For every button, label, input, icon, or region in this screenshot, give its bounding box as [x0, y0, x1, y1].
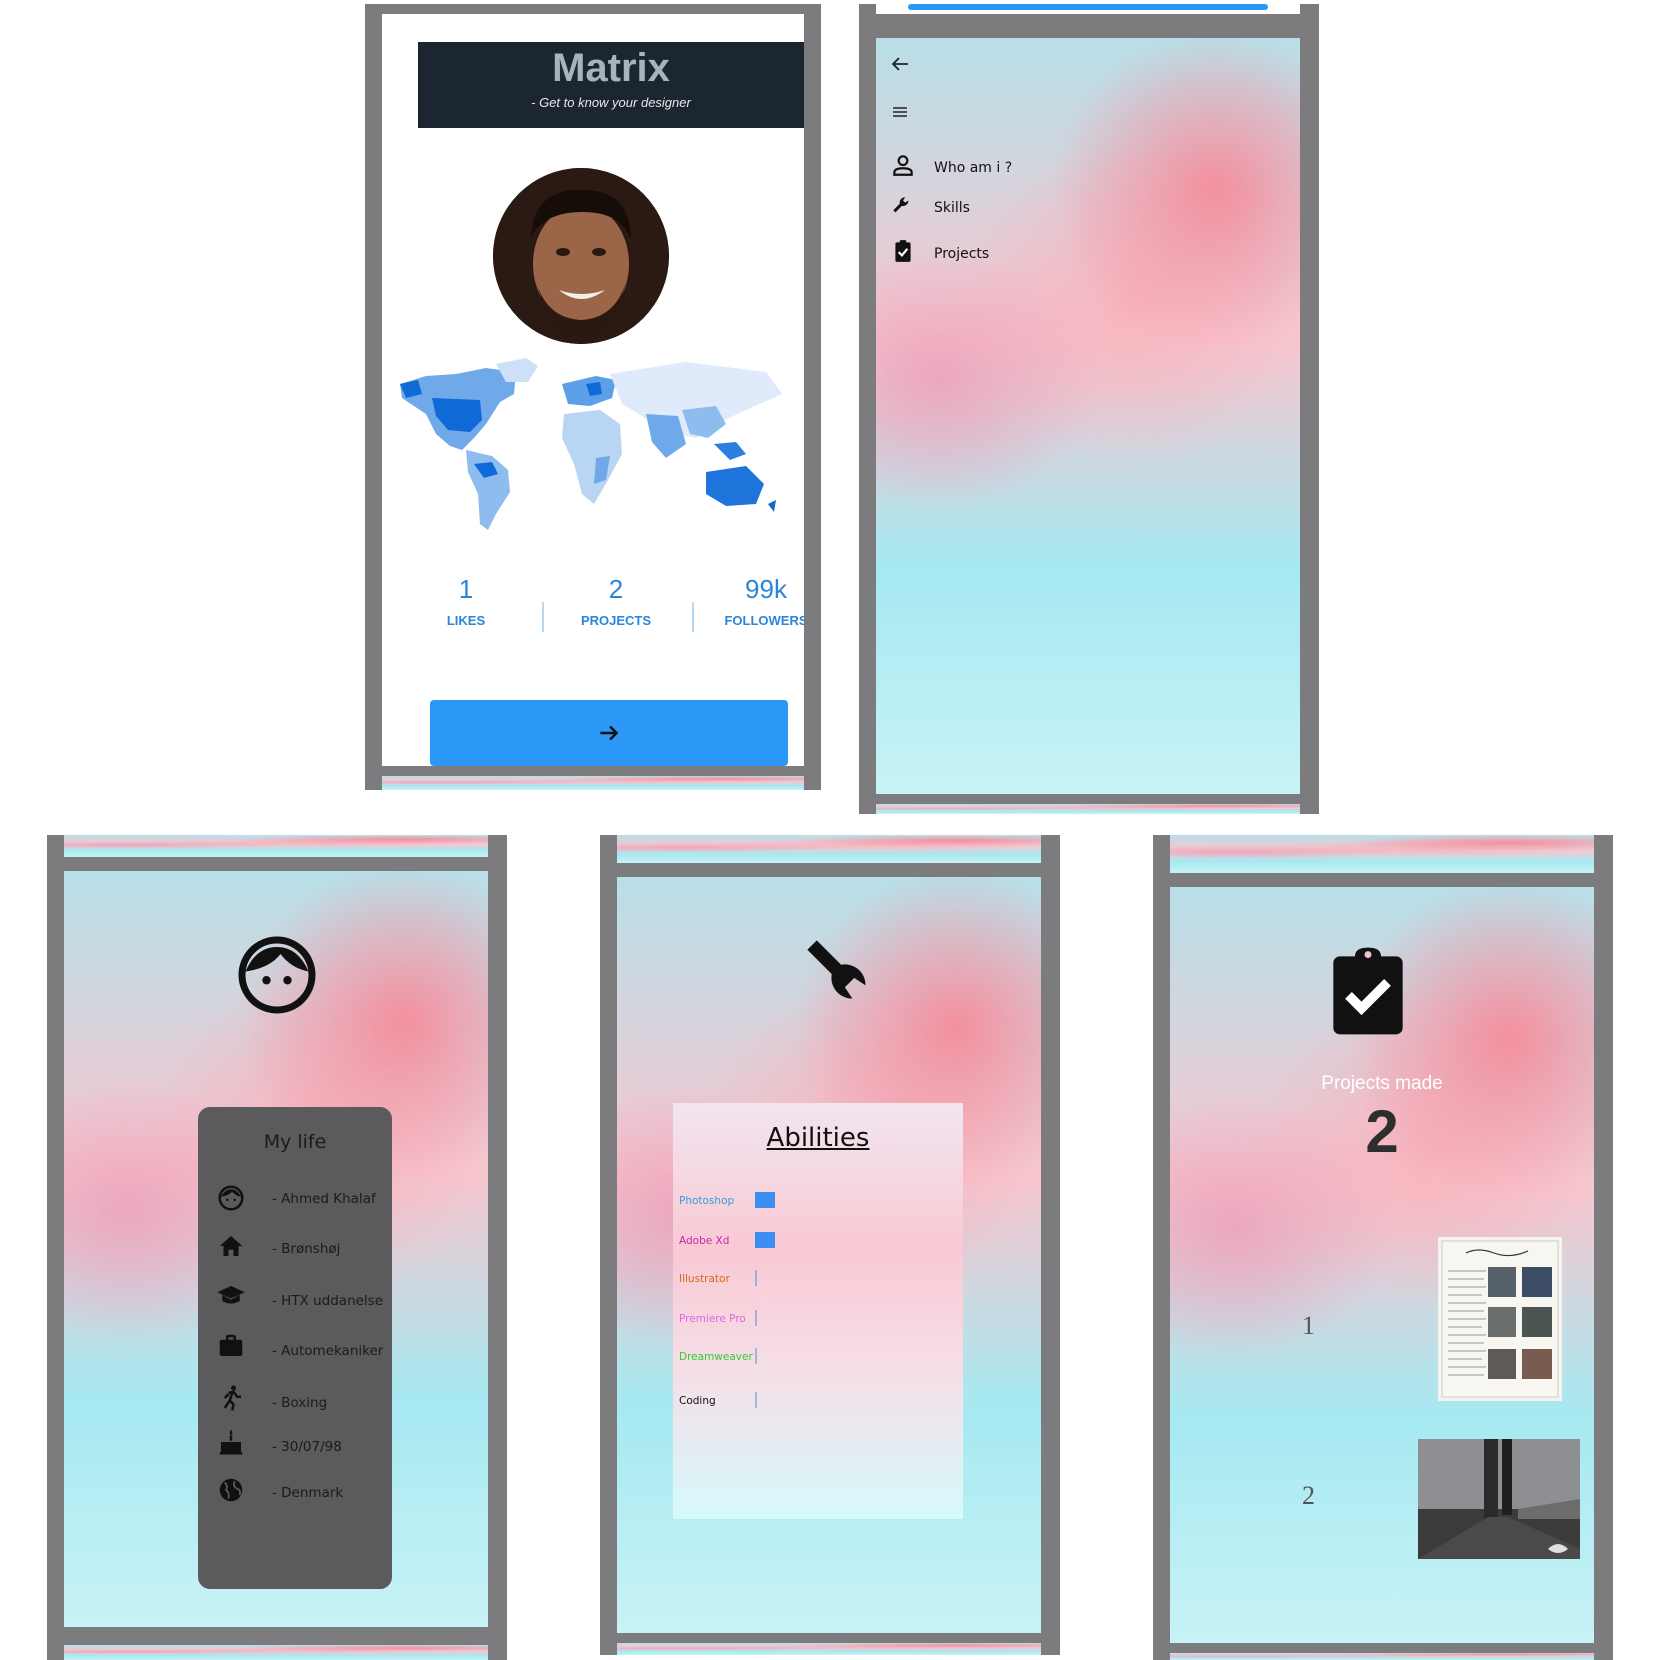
next-button[interactable] [430, 700, 788, 766]
graduation-cap-icon [217, 1286, 245, 1304]
project-thumbnail[interactable] [1438, 1237, 1562, 1401]
skill-name: Coding [679, 1395, 716, 1407]
wrench-icon [807, 940, 866, 999]
panel-title: My life [263, 1131, 327, 1153]
running-icon [223, 1385, 241, 1411]
hamburger-menu-icon[interactable] [888, 100, 912, 124]
skill-name: Dreamweaver [679, 1351, 753, 1363]
skill-name: Illustrator [679, 1273, 730, 1285]
wrench-icon [893, 197, 909, 213]
menu-label-skills: Skills [934, 200, 970, 216]
abilities-title: Abilities [766, 1123, 870, 1153]
projects-made-count: 2 [1365, 1098, 1399, 1165]
back-arrow-icon[interactable] [888, 52, 912, 76]
skill-level-bar [755, 1270, 757, 1286]
menu-item-projects[interactable]: Projects [876, 234, 1176, 270]
next-screen-peek [617, 1643, 1041, 1655]
globe-icon [219, 1478, 243, 1502]
likes-label: LIKES [446, 613, 486, 628]
menu-label-projects: Projects [934, 246, 990, 262]
face-icon [218, 1185, 244, 1211]
skill-name: Premiere Pro [679, 1313, 746, 1325]
abilities-card: Abilities Photoshop Adobe Xd Illustrator Pr… [673, 1103, 963, 1519]
profile-photo [493, 168, 669, 344]
stat-projects: 2 PROJECTS [546, 574, 686, 628]
clipboard-check-icon [1333, 947, 1403, 1035]
stat-divider [692, 602, 694, 632]
next-screen-peek [64, 1645, 488, 1660]
skill-name: Adobe Xd [679, 1235, 730, 1247]
life-country: - Denmark [272, 1485, 344, 1501]
menu-item-skills[interactable]: Skills [876, 190, 1176, 226]
project-thumbnail[interactable] [1418, 1439, 1580, 1559]
menu-label-who-am-i: Who am i ? [934, 160, 1013, 176]
next-screen-peek [382, 776, 804, 790]
world-map [400, 358, 782, 530]
person-icon [893, 155, 913, 176]
life-birthday: - 30/07/98 [272, 1439, 342, 1455]
skill-level-bar [755, 1348, 757, 1364]
skill-level-bar [755, 1192, 775, 1208]
project-number: 1 [1302, 1311, 1315, 1340]
face-icon [238, 936, 316, 1014]
projects-screen: Projects made 2 1 2 [1170, 887, 1594, 1643]
phone-projects: Projects made 2 1 2 [1153, 835, 1613, 1660]
home-icon [219, 1236, 243, 1256]
project-number: 2 [1302, 1481, 1315, 1510]
followers-label: FOLLOWERS [724, 613, 804, 628]
briefcase-icon [219, 1334, 243, 1356]
phone-menu: Who am i ? Skills Projects [859, 4, 1319, 814]
skill-name: Photoshop [679, 1195, 735, 1207]
menu-item-who-am-i[interactable]: Who am i ? [876, 148, 1176, 184]
next-screen-peek [1170, 1653, 1594, 1660]
stats-row: 1 LIKES 2 PROJECTS 99k FOLLOWERS [396, 574, 804, 644]
clipboard-check-icon [895, 240, 911, 262]
cake-icon [219, 1429, 243, 1455]
life-name: - Ahmed Khalaf [272, 1191, 376, 1207]
prev-screen-peek [876, 4, 1300, 14]
skill-level-bar [755, 1310, 757, 1326]
app-header: Matrix - Get to know your designer [418, 42, 804, 128]
app-title: Matrix [552, 46, 670, 90]
skills-screen: Abilities Photoshop Adobe Xd Illustrator Pr… [617, 877, 1041, 1633]
life-education: - HTX uddanelse [272, 1293, 384, 1309]
menu-screen: Who am i ? Skills Projects [876, 38, 1300, 794]
skill-level-bar [755, 1232, 775, 1248]
life-hobby: - Boxing [272, 1395, 328, 1411]
phone-skills: Abilities Photoshop Adobe Xd Illustrator Pr… [600, 835, 1060, 1655]
app-subtitle: - Get to know your designer [531, 95, 691, 110]
projects-count: 2 [608, 574, 624, 604]
projects-made-label: Projects made [1321, 1073, 1443, 1094]
stat-divider [542, 602, 544, 632]
home-screen: Matrix - Get to know your designer 1 LIK… [382, 14, 804, 766]
stat-followers: 99k FOLLOWERS [696, 574, 804, 628]
prev-screen-peek [1170, 835, 1594, 873]
followers-count: 99k [745, 574, 787, 604]
life-job: - Automekaniker [272, 1343, 384, 1359]
life-home: - Brønshøj [272, 1241, 341, 1257]
next-screen-peek [876, 804, 1300, 814]
skill-level-bar [755, 1392, 757, 1408]
projects-label: PROJECTS [580, 613, 652, 628]
likes-count: 1 [458, 574, 474, 604]
phone-about: My life - Ahmed Khalaf - Brønshøj - HTX … [47, 835, 507, 1660]
stat-likes: 1 LIKES [396, 574, 536, 628]
about-screen: My life - Ahmed Khalaf - Brønshøj - HTX … [64, 871, 488, 1627]
prev-screen-peek [617, 835, 1041, 863]
prev-screen-peek [64, 835, 488, 857]
phone-home: Matrix - Get to know your designer 1 LIK… [365, 4, 821, 790]
my-life-panel: My life - Ahmed Khalaf - Brønshøj - HTX … [198, 1107, 392, 1589]
arrow-right-icon [600, 725, 619, 741]
